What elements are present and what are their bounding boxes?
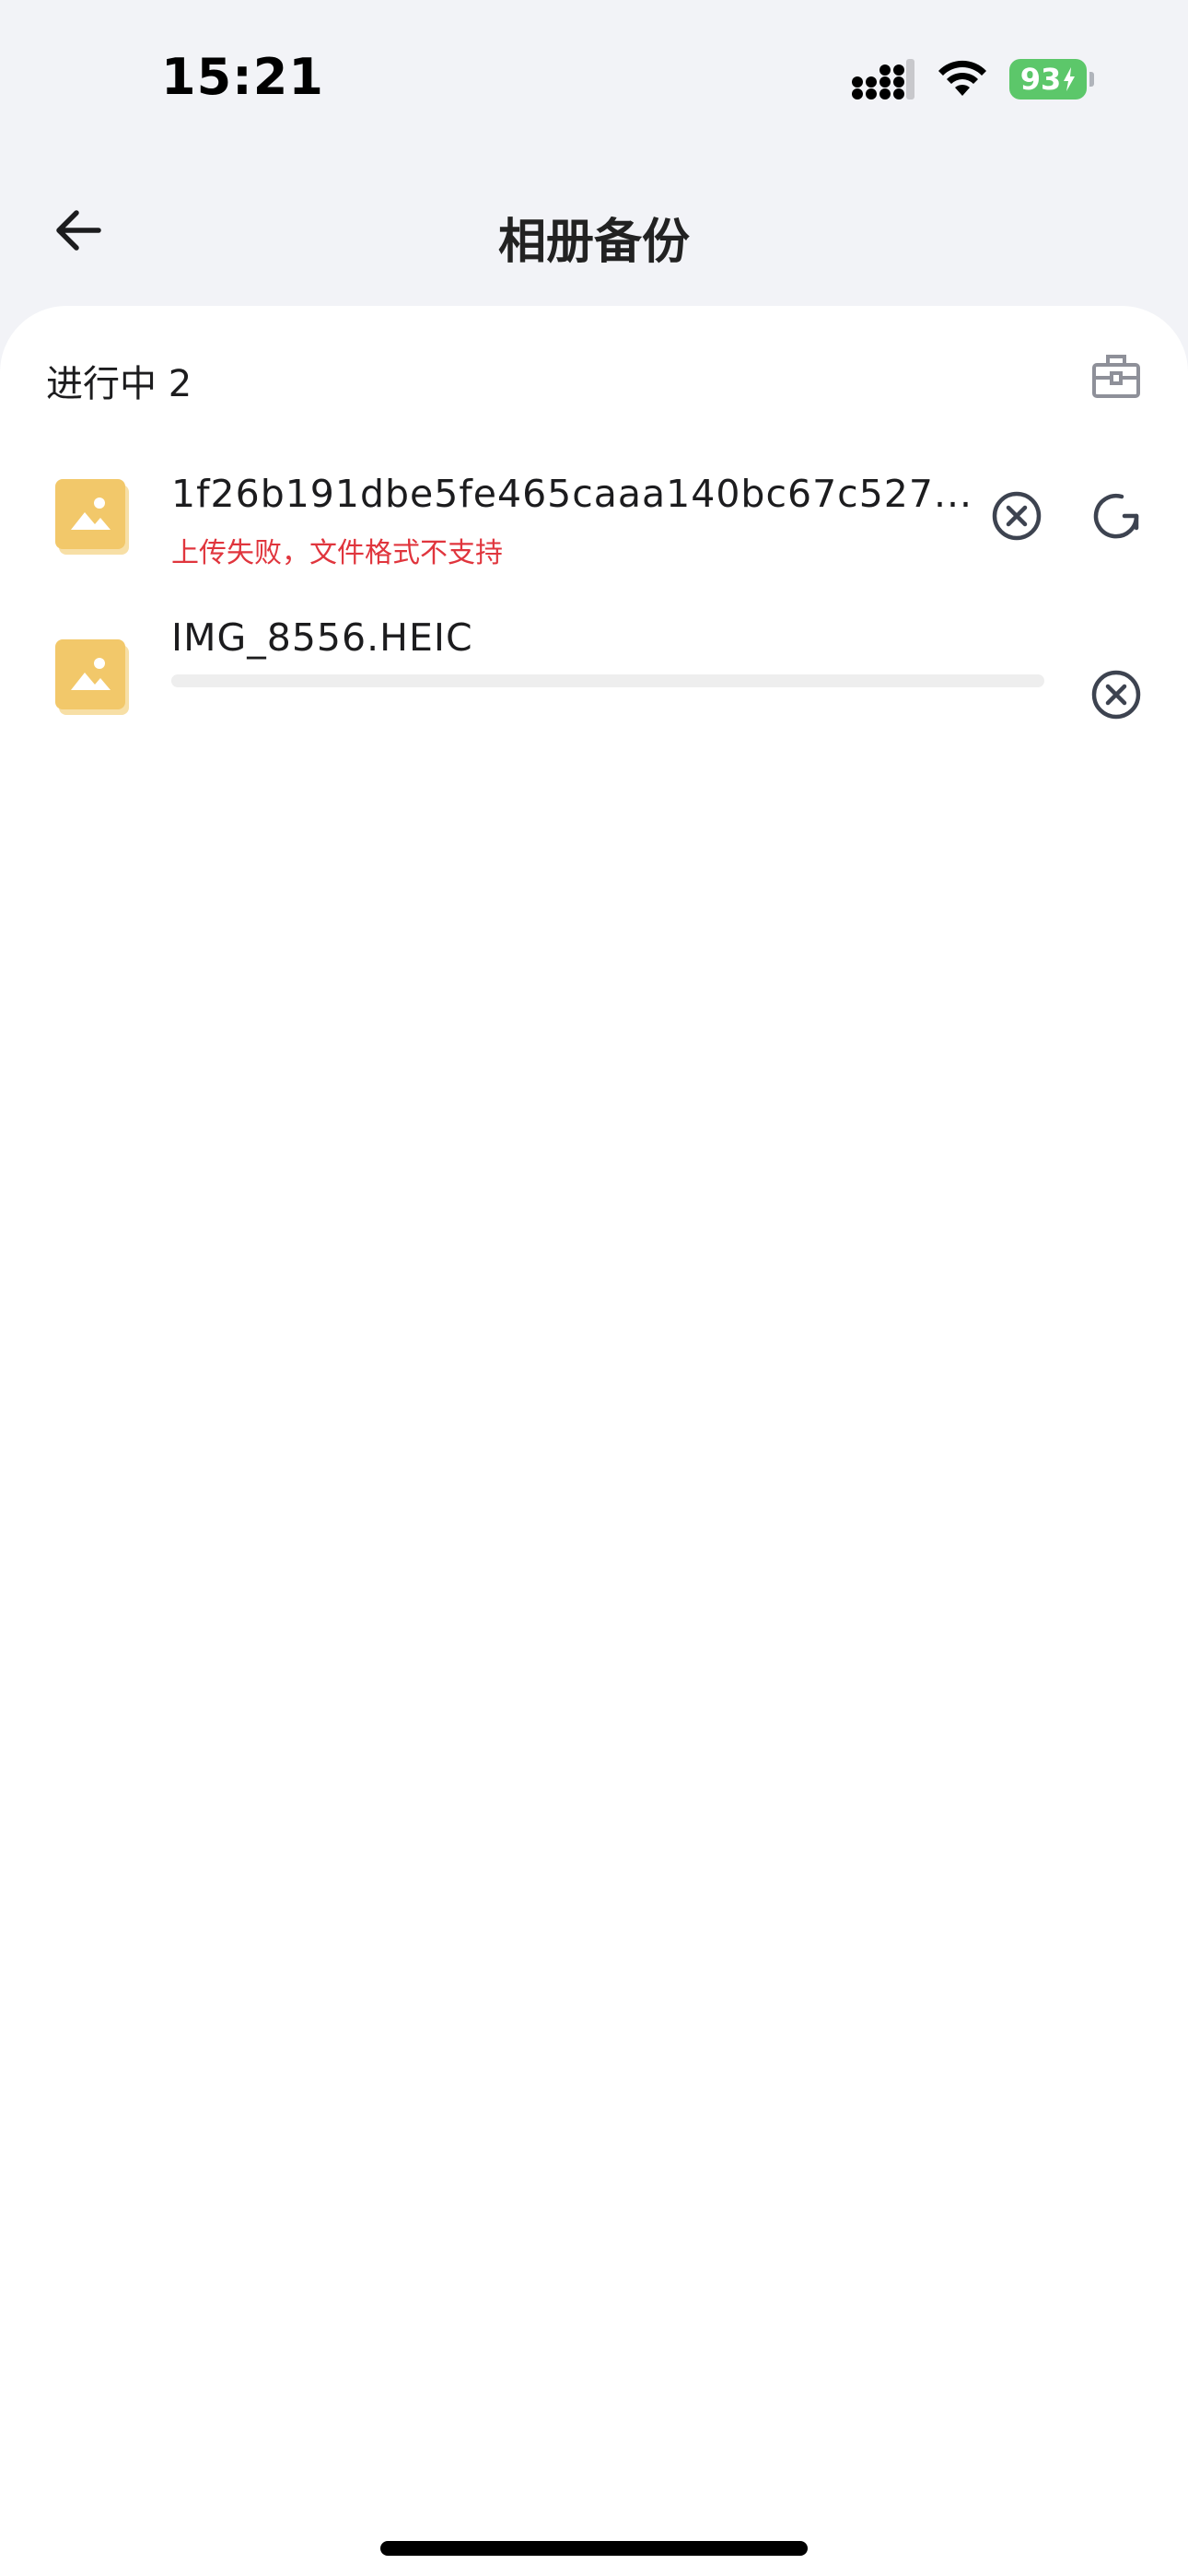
cellular-signal-icon <box>851 59 915 100</box>
image-file-icon <box>55 479 131 555</box>
transfer-list-card: 进行中 2 1f26b191dbe5fe465caaa140bc67c527..… <box>0 306 1188 2576</box>
close-circle-icon <box>992 491 1042 541</box>
upload-progress-bar <box>171 674 1044 687</box>
toolbox-button[interactable] <box>1090 350 1142 402</box>
navigation-bar: 相册备份 <box>0 175 1188 295</box>
task-row: IMG_8556.HEIC <box>0 603 1188 741</box>
status-indicators: 93 <box>851 57 1094 101</box>
battery-icon: 93 <box>1009 59 1094 100</box>
battery-level: 93 <box>1019 62 1062 97</box>
close-circle-icon <box>1091 670 1141 720</box>
refresh-icon <box>1093 493 1139 539</box>
status-bar: 15:21 93 <box>0 0 1188 157</box>
toolbox-icon <box>1092 355 1140 398</box>
home-indicator <box>380 2541 808 2556</box>
file-name: IMG_8556.HEIC <box>171 615 473 660</box>
upload-error-status: 上传失败，文件格式不支持 <box>171 537 503 569</box>
in-progress-header: 进行中 2 <box>46 363 192 405</box>
cancel-upload-button[interactable] <box>1089 667 1144 722</box>
wifi-icon <box>936 57 989 101</box>
page-title: 相册备份 <box>497 215 690 270</box>
image-file-icon <box>55 639 131 715</box>
cancel-upload-button[interactable] <box>989 488 1044 544</box>
task-row: 1f26b191dbe5fe465caaa140bc67c527... 上传失败… <box>0 444 1188 582</box>
status-time: 15:21 <box>161 48 324 106</box>
file-name: 1f26b191dbe5fe465caaa140bc67c527... <box>171 472 973 516</box>
retry-upload-button[interactable] <box>1089 488 1144 544</box>
